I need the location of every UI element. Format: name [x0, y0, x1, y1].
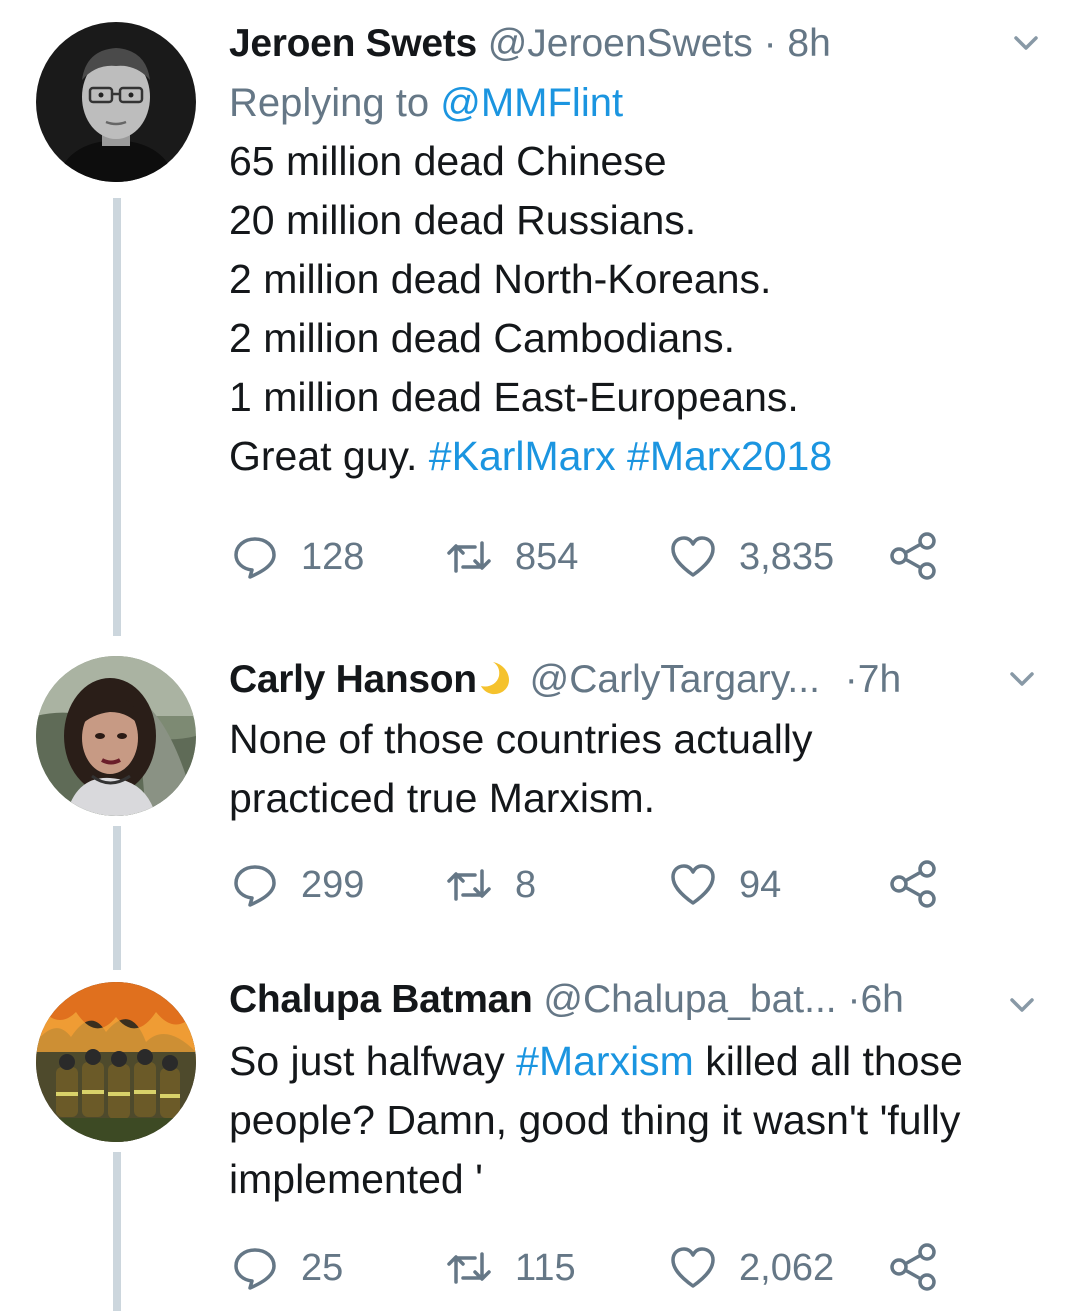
heart-icon — [671, 1247, 715, 1288]
reply-icon — [234, 865, 276, 907]
reply-button[interactable]: 128 — [231, 527, 364, 587]
reply-button[interactable]: 25 — [231, 1238, 343, 1298]
tweet-header: Jeroen Swets @JeroenSwets · 8h — [229, 16, 1050, 72]
tweet-actions: 128 854 3,835 — [231, 527, 951, 587]
tweet-actions: 299 8 94 — [231, 855, 951, 915]
reply-count: 25 — [301, 1246, 344, 1289]
share-icon[interactable] — [889, 531, 939, 581]
profile-photo-icon — [36, 22, 196, 182]
tweet-line: 20 million dead Russians. — [229, 197, 697, 243]
like-button[interactable]: 2,062 — [669, 1238, 834, 1298]
hashtag-link[interactable]: #KarlMarx — [429, 433, 616, 479]
retweet-icon — [447, 1252, 491, 1284]
reply-button[interactable]: 299 — [231, 855, 364, 915]
chevron-down-icon[interactable] — [1008, 24, 1044, 60]
hashtag-link[interactable]: #Marxism — [516, 1038, 694, 1084]
avatar[interactable] — [36, 656, 196, 816]
tweet-line: implemented ' — [229, 1156, 483, 1202]
reply-count: 299 — [301, 863, 365, 906]
separator-dot: · — [847, 978, 861, 1021]
timestamp[interactable]: 7h — [858, 658, 901, 701]
tweet-line: 2 million dead North-Koreans. — [229, 256, 772, 302]
chevron-down-icon[interactable] — [1004, 986, 1040, 1022]
replying-to-link[interactable]: @MMFlint — [440, 81, 623, 125]
retweet-icon — [447, 869, 491, 901]
tweet-actions: 25 115 2,062 — [231, 1238, 951, 1298]
retweet-button[interactable]: 115 — [445, 1238, 576, 1298]
tweet-text: 65 million dead Chinese 20 million dead … — [229, 132, 1050, 486]
tweet-line: None of those countries actually — [229, 716, 813, 762]
reply-icon — [234, 1248, 276, 1290]
tweet-line: Great guy. #KarlMarx #Marx2018 — [229, 427, 1050, 486]
like-count: 3,835 — [739, 535, 835, 578]
username[interactable]: @CarlyTargary... — [530, 658, 820, 701]
timestamp[interactable]: 8h — [787, 22, 830, 65]
like-button[interactable]: 94 — [669, 855, 781, 915]
tweet[interactable]: Jeroen Swets @JeroenSwets · 8h Replying … — [0, 0, 1080, 640]
username[interactable]: @Chalupa_bat... — [543, 978, 836, 1021]
heart-icon — [671, 864, 715, 905]
like-count: 2,062 — [739, 1246, 835, 1289]
profile-photo-icon — [36, 982, 196, 1142]
timestamp[interactable]: 6h — [860, 978, 903, 1021]
retweet-count: 115 — [515, 1246, 576, 1289]
retweet-count: 854 — [515, 535, 579, 578]
tweet-line-text: killed all those — [705, 1038, 963, 1084]
tweet-line: 65 million dead Chinese — [229, 138, 667, 184]
retweet-button[interactable]: 854 — [445, 527, 578, 587]
tweet[interactable]: Chalupa Batman @Chalupa_bat... ·6h So ju… — [0, 970, 1080, 1311]
replying-to-label: Replying to — [229, 81, 430, 125]
display-name[interactable]: Jeroen Swets — [229, 22, 477, 65]
retweet-icon — [447, 541, 491, 573]
tweet-text: So just halfway #Marxism killed all thos… — [229, 1032, 1050, 1209]
retweet-count: 8 — [515, 863, 537, 906]
chevron-down-icon[interactable] — [1004, 660, 1040, 696]
tweet-line-text: Great guy. — [229, 433, 418, 479]
tweet-line: 2 million dead Cambodians. — [229, 315, 735, 361]
tweet-line: practiced true Marxism. — [229, 775, 656, 821]
tweet-line: 1 million dead East-Europeans. — [229, 374, 799, 420]
display-name[interactable]: Carly Hanson — [229, 658, 477, 701]
tweet-line: So just halfway #Marxism killed all thos… — [229, 1032, 1050, 1091]
reply-count: 128 — [301, 535, 365, 578]
like-count: 94 — [739, 863, 782, 906]
tweet-header: Chalupa Batman @Chalupa_bat... ·6h — [229, 972, 1050, 1028]
tweet-header: Carly Hanson @CarlyTargary... ·7h — [229, 652, 1050, 708]
tweet-line-text: So just halfway — [229, 1038, 505, 1084]
replying-to: Replying to @MMFlint — [229, 74, 1050, 132]
crescent-moon-icon — [480, 662, 509, 695]
separator-dot: · — [844, 658, 858, 701]
display-name[interactable]: Chalupa Batman — [229, 978, 533, 1021]
separator-dot: · — [763, 22, 777, 65]
profile-photo-icon — [36, 656, 196, 816]
avatar[interactable] — [36, 982, 196, 1142]
retweet-button[interactable]: 8 — [445, 855, 536, 915]
like-button[interactable]: 3,835 — [669, 527, 834, 587]
hashtag-link[interactable]: #Marx2018 — [627, 433, 832, 479]
tweet-text: None of those countries actually practic… — [229, 710, 1050, 828]
share-icon[interactable] — [889, 859, 939, 909]
tweet-line: people? Damn, good thing it wasn't 'full… — [229, 1097, 961, 1143]
reply-icon — [234, 537, 276, 579]
username[interactable]: @JeroenSwets — [488, 22, 753, 65]
tweet[interactable]: Carly Hanson @CarlyTargary... ·7h None o… — [0, 640, 1080, 970]
heart-icon — [671, 536, 715, 577]
share-icon[interactable] — [889, 1242, 939, 1292]
avatar[interactable] — [36, 22, 196, 182]
